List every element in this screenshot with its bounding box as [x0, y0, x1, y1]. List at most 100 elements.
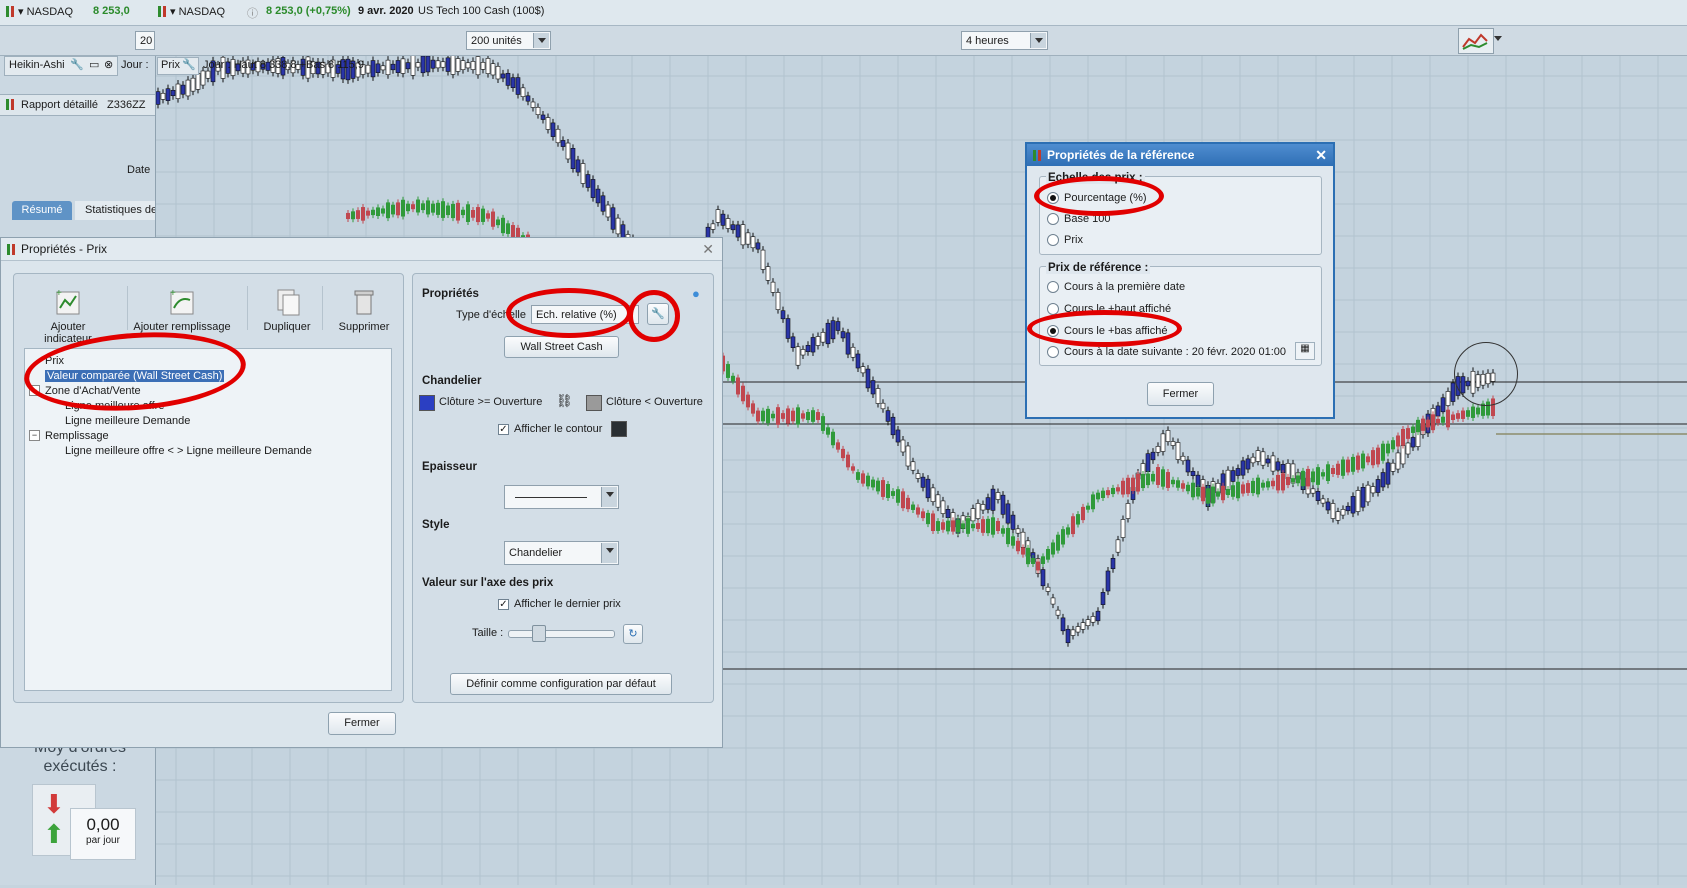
candle-body — [1155, 446, 1161, 453]
add-fill-button[interactable]: + Ajouter remplissage — [127, 286, 237, 333]
wrench-icon[interactable]: 🔧 — [70, 58, 84, 71]
compare-body — [456, 202, 460, 221]
size-slider[interactable] — [508, 630, 615, 638]
compare-body — [771, 413, 775, 419]
candle-body — [980, 504, 986, 511]
tab-statistics[interactable]: Statistiques de — [75, 201, 155, 220]
candle-body — [1105, 570, 1111, 592]
collapse-icon[interactable]: − — [29, 430, 40, 441]
candle-body — [560, 140, 566, 147]
compare-body — [1266, 481, 1270, 488]
compare-body — [441, 201, 445, 218]
style-select[interactable]: Chandelier — [504, 541, 619, 565]
calendar-icon[interactable]: ▦ — [1295, 342, 1315, 360]
color-swatch-down[interactable] — [586, 395, 602, 411]
compare-body — [426, 200, 430, 215]
candle-body — [825, 322, 831, 345]
compare-body — [886, 484, 890, 498]
slider-handle[interactable] — [532, 625, 546, 642]
duplicate-button[interactable]: Dupliquer — [257, 286, 317, 333]
candle-body — [970, 508, 976, 522]
chevron-down-icon[interactable] — [601, 543, 617, 563]
candle-body — [480, 62, 486, 70]
thickness-select[interactable] — [504, 485, 619, 509]
tree-item-fill[interactable]: Remplissage — [45, 430, 109, 442]
outline-label: Afficher le contour — [514, 423, 603, 435]
ref-dialog-title: Propriétés de la référence — [1047, 148, 1195, 162]
outline-checkbox[interactable]: ✓ — [498, 424, 509, 435]
candle-body — [985, 497, 991, 510]
candle-body — [470, 61, 476, 70]
candle-body — [160, 92, 166, 100]
heikin-tab[interactable]: Heikin-Ashi 🔧 ▭ ⊗ — [4, 56, 118, 76]
candle-body — [490, 63, 496, 76]
tab-resume[interactable]: Résumé — [12, 201, 72, 220]
close-up-label: Clôture >= Ouverture — [439, 396, 543, 408]
left-field[interactable]: 20 — [135, 31, 155, 50]
info-icon[interactable]: ⓘ — [247, 5, 258, 21]
wall-street-button[interactable]: Wall Street Cash — [504, 336, 619, 358]
candle-body — [1385, 462, 1391, 485]
window-icon[interactable]: ▭ — [89, 58, 99, 71]
prix-tab[interactable]: Prix 🔧 — [157, 57, 199, 75]
compare-body — [986, 518, 990, 534]
compare-body — [951, 520, 955, 532]
annotation-circle-lowest — [1027, 310, 1182, 347]
radio-first-date[interactable] — [1047, 281, 1059, 293]
symbol-selector[interactable]: ▾ NASDAQ — [156, 5, 225, 18]
compare-body — [1311, 471, 1315, 483]
candle-body — [1350, 496, 1356, 514]
compare-body — [991, 517, 995, 535]
candle-body — [860, 366, 866, 374]
candle-body — [1010, 514, 1016, 530]
candle-body — [515, 77, 521, 95]
last-price-checkbox[interactable]: ✓ — [498, 599, 509, 610]
left-symbol[interactable]: ▾ NASDAQ — [4, 5, 73, 18]
compare-body — [746, 394, 750, 408]
radio-next-date[interactable] — [1047, 346, 1059, 358]
close-icon[interactable]: ✕ — [702, 238, 714, 260]
compare-body — [451, 203, 455, 219]
delete-button[interactable]: Supprimer — [334, 286, 394, 333]
link-icon[interactable]: ⛓ — [556, 393, 573, 409]
reset-icon[interactable]: ↻ — [623, 624, 643, 644]
chevron-down-icon[interactable] — [601, 487, 617, 507]
close-button[interactable]: Fermer — [328, 712, 396, 735]
candle-body — [1175, 442, 1181, 460]
candle-body — [1375, 479, 1381, 493]
color-swatch-up[interactable] — [419, 395, 435, 411]
chevron-down-icon[interactable] — [1494, 36, 1502, 45]
compare-body — [401, 199, 405, 217]
tree-item-fill-child[interactable]: Ligne meilleure offre < > Ligne meilleur… — [65, 445, 312, 457]
report-title[interactable]: Rapport détaillé — [21, 99, 98, 111]
close-icon[interactable]: ⊗ — [104, 58, 113, 71]
add-indicator-button[interactable]: + Ajouter indicateur — [26, 286, 110, 345]
candle-body — [1365, 484, 1371, 503]
ohlc-text: Jour : Haut 8 338,8 +Bas 8 115,9 — [203, 59, 364, 71]
compare-body — [1316, 467, 1320, 485]
dialog-title: Propriétés - Prix — [21, 242, 108, 256]
radio-price[interactable] — [1047, 234, 1059, 246]
compare-body — [1326, 464, 1330, 482]
units-select[interactable]: 200 unités — [466, 31, 551, 50]
candle-body — [610, 207, 616, 230]
compare-body — [1436, 418, 1440, 424]
tree-item-best-demand[interactable]: Ligne meilleure Demande — [65, 415, 190, 427]
radio-base100[interactable] — [1047, 213, 1059, 225]
ref-close-button[interactable]: Fermer — [1147, 382, 1214, 406]
chart-type-button[interactable] — [1458, 28, 1494, 54]
help-icon[interactable]: ● — [692, 286, 700, 301]
candle-body — [1265, 458, 1271, 464]
set-default-button[interactable]: Définir comme configuration par défaut — [450, 673, 672, 695]
wrench-icon[interactable]: 🔧 — [182, 58, 196, 71]
compare-body — [481, 208, 485, 222]
candle-body — [895, 429, 901, 443]
interval-select[interactable]: 4 heures — [961, 31, 1048, 50]
candle-body — [890, 416, 896, 436]
color-swatch-outline[interactable] — [611, 421, 627, 437]
compare-body — [1166, 472, 1170, 488]
chevron-down-icon[interactable] — [1030, 33, 1046, 48]
chevron-down-icon[interactable] — [533, 33, 549, 48]
close-icon[interactable]: ✕ — [1315, 144, 1327, 166]
candle-body — [880, 402, 886, 410]
